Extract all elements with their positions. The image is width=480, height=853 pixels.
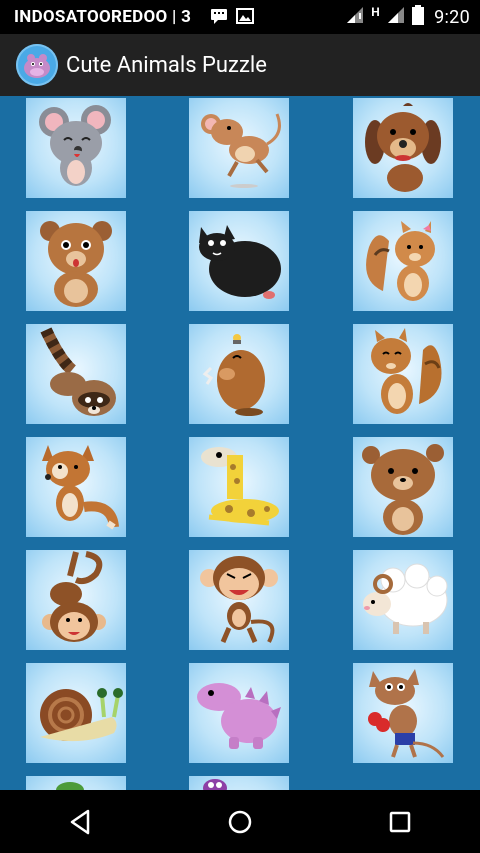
- navigation-bar: [0, 790, 480, 853]
- mouse-icon: [39, 105, 111, 186]
- puzzle-tile-bear-cub[interactable]: [26, 211, 126, 311]
- puzzle-tile-purple-animal-partial[interactable]: [189, 776, 289, 790]
- carrier-label: INDOSATOOREDOO | 3: [14, 7, 192, 27]
- black-cat-icon: [199, 225, 281, 299]
- puzzle-tile-sheep[interactable]: [353, 550, 453, 650]
- boxing-rat-icon: [368, 669, 445, 758]
- puppy-icon: [365, 103, 441, 192]
- puzzle-tile-raccoon[interactable]: [26, 324, 126, 424]
- monkey-hanging-icon: [42, 551, 106, 642]
- frog-icon: [56, 782, 84, 790]
- app-title: Cute Animals Puzzle: [66, 52, 267, 78]
- recents-button[interactable]: [370, 797, 430, 847]
- snail-icon: [40, 688, 123, 742]
- home-button[interactable]: [210, 797, 270, 847]
- puzzle-tile-boxing-rat[interactable]: [353, 663, 453, 763]
- puzzle-tile-monkey-standing[interactable]: [189, 550, 289, 650]
- puzzle-tile-giraffe[interactable]: [189, 437, 289, 537]
- image-notification-icon: [236, 7, 254, 30]
- puzzle-tile-black-cat[interactable]: [189, 211, 289, 311]
- puzzle-tile-running-mouse[interactable]: [189, 98, 289, 198]
- clock: 9:20: [434, 6, 470, 28]
- signal-1-icon: [345, 5, 365, 30]
- back-icon: [70, 809, 90, 834]
- purple-animal-icon: [203, 779, 227, 790]
- sheep-icon: [363, 563, 448, 634]
- puzzle-tile-fox[interactable]: [26, 437, 126, 537]
- puzzle-tile-puppy[interactable]: [353, 98, 453, 198]
- chipmunk-icon: [366, 221, 435, 301]
- puzzle-tile-snail[interactable]: [26, 663, 126, 763]
- fox-icon: [42, 445, 119, 530]
- battery-icon: [412, 4, 425, 30]
- hippo-icon: [16, 44, 58, 86]
- mole-icon: [202, 334, 265, 416]
- pink-dinosaur-icon: [197, 683, 281, 749]
- app-bar: Cute Animals Puzzle: [0, 34, 480, 96]
- running-mouse-icon: [201, 113, 281, 188]
- puzzle-tile-chipmunk-with-bow[interactable]: [353, 211, 453, 311]
- puzzle-tile-pink-dinosaur[interactable]: [189, 663, 289, 763]
- monkey-standing-icon: [200, 556, 278, 643]
- puzzle-tile-squirrel[interactable]: [353, 324, 453, 424]
- chat-notification-icon: [210, 7, 228, 30]
- giraffe-icon: [201, 447, 279, 526]
- signal-2-icon: [386, 5, 406, 30]
- puzzle-tile-monkey-hanging[interactable]: [26, 550, 126, 650]
- puzzle-tile-frog-partial[interactable]: [26, 776, 126, 790]
- bear-cub-icon: [40, 221, 112, 307]
- back-button[interactable]: [50, 797, 110, 847]
- puzzle-grid: [0, 96, 480, 790]
- raccoon-icon: [40, 327, 116, 416]
- squirrel-icon: [371, 328, 442, 414]
- recents-icon: [389, 811, 411, 832]
- home-icon: [228, 810, 252, 833]
- network-type-label: H: [371, 5, 381, 19]
- status-bar: INDOSATOOREDOO | 3 H 9:20: [0, 0, 480, 34]
- puzzle-tile-mouse[interactable]: [26, 98, 126, 198]
- puzzle-tile-teddy-bear[interactable]: [353, 437, 453, 537]
- puzzle-tile-mole[interactable]: [189, 324, 289, 424]
- teddy-bear-icon: [362, 444, 444, 535]
